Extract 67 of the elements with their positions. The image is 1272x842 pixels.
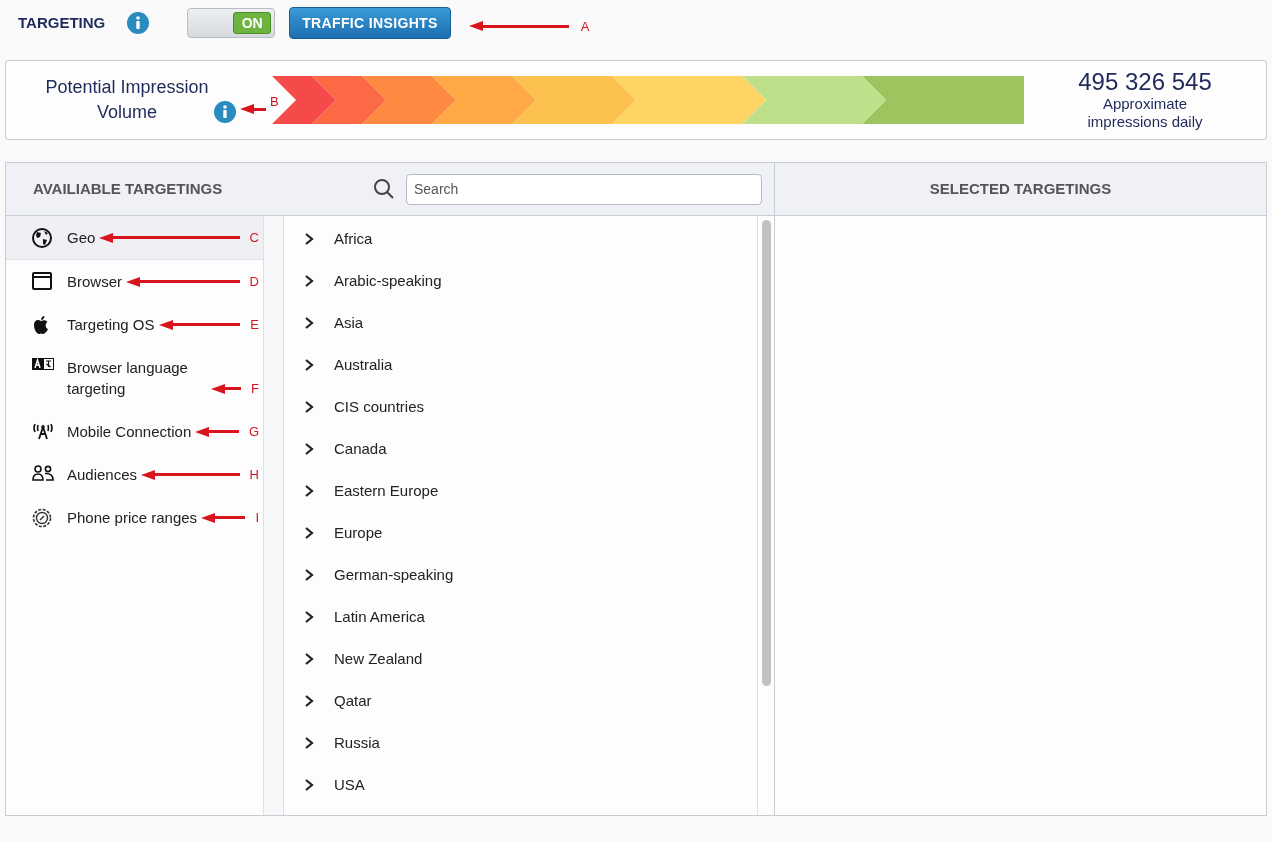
dial-icon xyxy=(32,508,52,528)
annotation-letter: A xyxy=(580,19,590,33)
annotation-letter: F xyxy=(251,382,259,395)
chevron-icon xyxy=(304,778,314,792)
info-icon[interactable] xyxy=(127,12,150,34)
region-item[interactable]: Africa xyxy=(284,218,757,260)
annotation-arrow xyxy=(195,426,239,437)
page-title: TARGETING xyxy=(18,12,106,33)
annotation-letter: D xyxy=(249,275,259,288)
annotation-arrow xyxy=(201,512,246,523)
annotation-letter: B xyxy=(270,95,279,108)
chevron-icon xyxy=(304,358,314,372)
annotation-letter: G xyxy=(248,425,259,438)
annotation-arrow xyxy=(211,383,242,394)
category-item[interactable]: Phone price ranges I xyxy=(6,496,263,539)
apple-icon xyxy=(32,315,50,335)
chevron-icon xyxy=(304,610,314,624)
category-item[interactable]: Audiences H xyxy=(6,453,263,496)
available-targetings-heading: AVAILIABLE TARGETINGS xyxy=(33,178,224,199)
translate-icon xyxy=(32,358,54,370)
region-item[interactable]: Australia xyxy=(284,344,757,386)
annotation-letter: C xyxy=(249,231,259,244)
window-icon xyxy=(32,272,52,290)
category-item[interactable]: Targeting OS E xyxy=(6,303,263,346)
region-item[interactable]: Arabic-speaking xyxy=(284,260,757,302)
region-item[interactable]: German-speaking xyxy=(284,554,757,596)
users-icon xyxy=(32,465,54,481)
chevron-icon xyxy=(304,316,314,330)
search-field[interactable]: Search xyxy=(406,173,762,205)
chevron-icon xyxy=(304,736,314,750)
region-item[interactable]: Latin America xyxy=(284,596,757,638)
scrollbar[interactable] xyxy=(761,220,771,686)
chevron-icon xyxy=(304,232,314,246)
selected-targetings-heading: SELECTED TARGETINGS xyxy=(929,178,1112,199)
region-item[interactable]: New Zealand xyxy=(284,638,757,680)
search-icon xyxy=(373,178,395,200)
category-item[interactable]: Browser language targeting F xyxy=(6,346,263,410)
annotation-arrow xyxy=(240,104,266,114)
category-item[interactable]: Browser D xyxy=(6,260,263,303)
traffic-insights-button[interactable]: TRAFFIC INSIGHTS xyxy=(289,7,451,39)
chevron-icon xyxy=(304,694,314,708)
annotation-letter: E xyxy=(250,318,259,331)
impressions-count: 495 326 545 xyxy=(1078,69,1212,95)
region-item[interactable]: Eastern Europe xyxy=(284,470,757,512)
region-item[interactable]: Qatar xyxy=(284,680,757,722)
chevron-icon xyxy=(304,400,314,414)
chevron-icon xyxy=(304,652,314,666)
region-item[interactable]: Europe xyxy=(284,512,757,554)
globe-icon xyxy=(32,228,52,248)
chevron-icon xyxy=(304,526,314,540)
annotation-letter: H xyxy=(249,468,259,481)
antenna-icon xyxy=(32,422,54,440)
chevron-icon xyxy=(304,484,314,498)
category-item[interactable]: Geo C xyxy=(6,216,263,260)
impressions-caption: Approximate impressions daily xyxy=(1086,95,1204,131)
region-item[interactable]: USA xyxy=(284,764,757,806)
chevron-icon xyxy=(304,568,314,582)
impression-volume-label: Potential Impression Volume xyxy=(44,76,210,124)
region-item[interactable]: Asia xyxy=(284,302,757,344)
annotation-letter: I xyxy=(255,511,259,524)
region-item[interactable]: Canada xyxy=(284,428,757,470)
region-item[interactable]: Russia xyxy=(284,722,757,764)
region-item[interactable]: CIS countries xyxy=(284,386,757,428)
chevron-icon xyxy=(304,442,314,456)
info-icon[interactable] xyxy=(214,101,236,123)
category-item[interactable]: Mobile Connection G xyxy=(6,410,263,453)
chevron-icon xyxy=(304,274,314,288)
